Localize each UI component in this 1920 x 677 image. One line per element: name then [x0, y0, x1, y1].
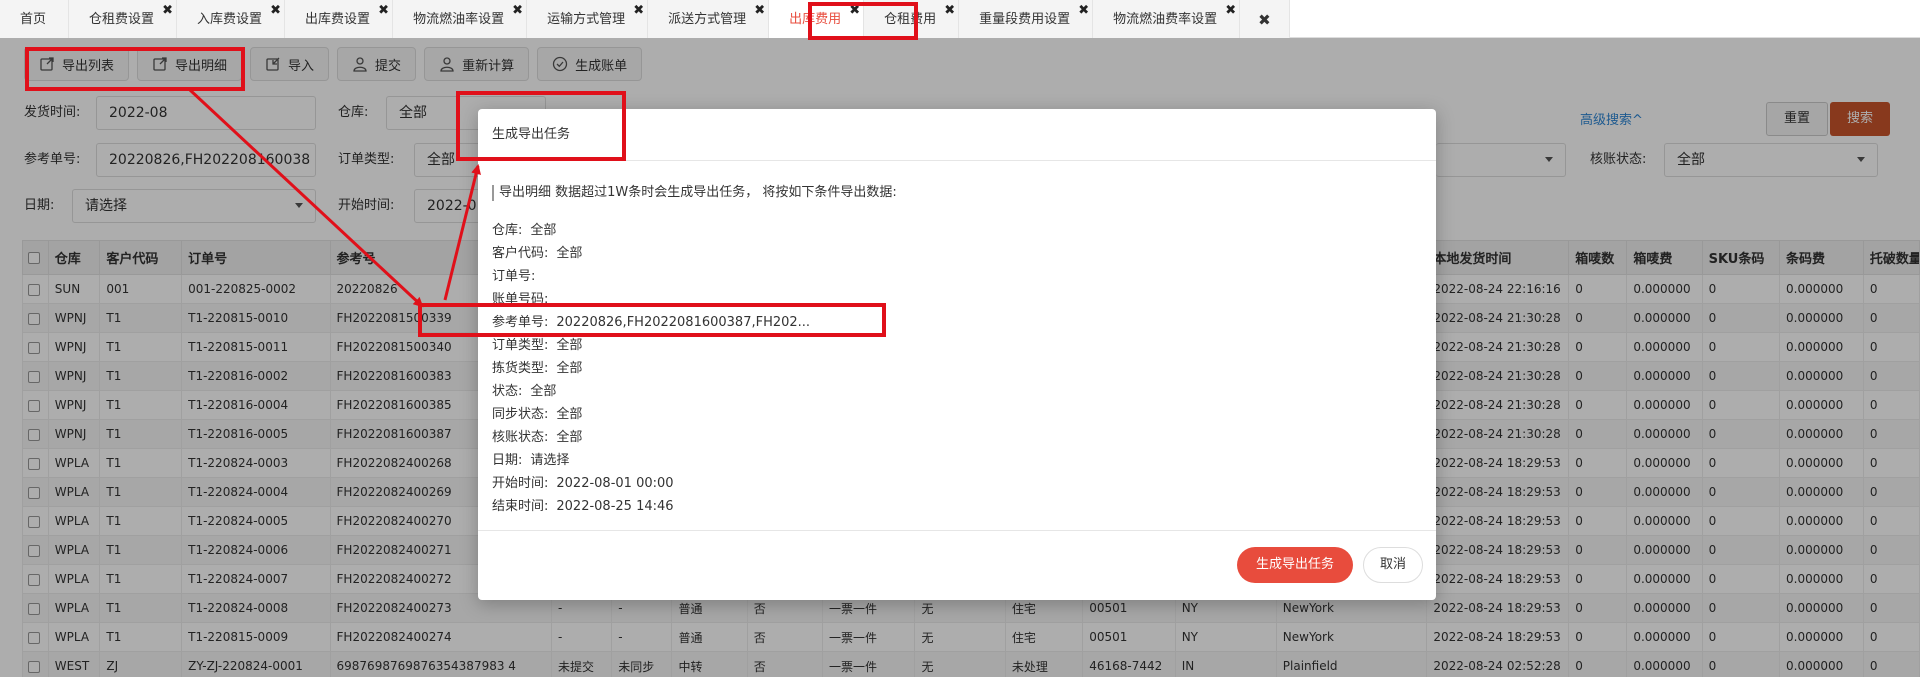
condition-line: 仓库: 全部 — [492, 219, 1422, 242]
condition-line: 结束时间: 2022-08-25 14:46 — [492, 495, 1422, 518]
tab-9[interactable]: 重量段费用设置 ✖ — [959, 0, 1094, 38]
condition-value: 2022-08-01 00:00 — [556, 476, 674, 491]
close-icon[interactable]: ✖ — [1078, 4, 1089, 17]
condition-line: 拣货类型: 全部 — [492, 357, 1422, 380]
dialog-body: 导出明细 数据超过1W条时会生成导出任务， 将按如下条件导出数据: 仓库: 全部客… — [478, 161, 1436, 518]
close-icon[interactable]: ✖ — [633, 4, 644, 17]
cancel-button[interactable]: 取消 — [1363, 547, 1423, 583]
condition-line: 同步状态: 全部 — [492, 403, 1422, 426]
condition-line: 状态: 全部 — [492, 380, 1422, 403]
close-all-tabs-icon[interactable]: ✖ — [1240, 0, 1290, 38]
close-icon[interactable]: ✖ — [162, 4, 173, 17]
export-task-dialog: 生成导出任务 导出明细 数据超过1W条时会生成导出任务， 将按如下条件导出数据:… — [478, 109, 1436, 600]
tab-label: 入库费设置 — [197, 12, 263, 27]
condition-key: 结束时间: — [492, 499, 549, 514]
condition-value: 2022-08-25 14:46 — [556, 499, 674, 514]
condition-line: 日期: 请选择 — [492, 449, 1422, 472]
tab-label: 物流燃油费率设置 — [1113, 12, 1218, 27]
condition-key: 开始时间: — [492, 476, 549, 491]
condition-value: 请选择 — [530, 453, 570, 468]
close-icon[interactable]: ✖ — [1225, 4, 1236, 17]
tab-label: 派送方式管理 — [668, 12, 747, 27]
highlight-box-export — [25, 47, 245, 91]
highlight-box-ref — [418, 303, 886, 337]
condition-value: 全部 — [530, 223, 557, 238]
tab-label: 出库费设置 — [305, 12, 371, 27]
condition-value: 全部 — [556, 361, 583, 376]
tab-2[interactable]: 入库费设置 ✖ — [177, 0, 286, 38]
tab-label: 仓租费设置 — [89, 12, 155, 27]
tab-4[interactable]: 物流燃油率设置 ✖ — [393, 0, 528, 38]
close-icon[interactable]: ✖ — [754, 4, 765, 17]
condition-key: 日期: — [492, 453, 523, 468]
close-icon[interactable]: ✖ — [512, 4, 523, 17]
condition-key: 仓库: — [492, 223, 523, 238]
close-icon[interactable]: ✖ — [270, 4, 281, 17]
tab-bar: 首页 仓租费设置 ✖ 入库费设置 ✖ 出库费设置 ✖ 物流燃油率设置 ✖ 运输方式管理 ✖ 派送方式管… — [0, 0, 1920, 38]
condition-key: 同步状态: — [492, 407, 549, 422]
tab-label: 运输方式管理 — [547, 12, 626, 27]
condition-line: 订单号: — [492, 265, 1422, 288]
tab-1[interactable]: 仓租费设置 ✖ — [69, 0, 178, 38]
condition-key: 客户代码: — [492, 246, 549, 261]
condition-key: 订单类型: — [492, 338, 549, 353]
tab-6[interactable]: 派送方式管理 ✖ — [648, 0, 770, 38]
condition-value: 全部 — [556, 246, 583, 261]
condition-value: 全部 — [530, 384, 557, 399]
tab-10[interactable]: 物流燃油费率设置 ✖ — [1093, 0, 1241, 38]
highlight-box-title — [456, 91, 626, 161]
condition-list: 仓库: 全部 客户代码: 全部 订单号: 账单号码: 参考单号: 20220826,FH202… — [492, 219, 1422, 518]
condition-line: 订单类型: 全部 — [492, 334, 1422, 357]
dialog-notice: 导出明细 数据超过1W条时会生成导出任务， 将按如下条件导出数据: — [492, 181, 1422, 205]
notice-text: 导出明细 数据超过1W条时会生成导出任务， 将按如下条件导出数据: — [499, 185, 897, 200]
tab-label: 物流燃油率设置 — [413, 12, 505, 27]
condition-key: 核账状态: — [492, 430, 549, 445]
tab-0[interactable]: 首页 — [0, 0, 70, 38]
condition-key: 拣货类型: — [492, 361, 549, 376]
close-icon[interactable]: ✖ — [378, 4, 389, 17]
tab-3[interactable]: 出库费设置 ✖ — [285, 0, 394, 38]
notice-bar-icon — [492, 185, 494, 201]
tab-label: 重量段费用设置 — [979, 12, 1071, 27]
highlight-box-tab — [808, 2, 918, 40]
condition-line: 开始时间: 2022-08-01 00:00 — [492, 472, 1422, 495]
condition-value: 全部 — [556, 407, 583, 422]
generate-export-task-button[interactable]: 生成导出任务 — [1237, 547, 1353, 583]
tab-label: 首页 — [20, 12, 47, 27]
close-icon[interactable]: ✖ — [944, 4, 955, 17]
condition-key: 状态: — [492, 384, 523, 399]
condition-value: 全部 — [556, 430, 583, 445]
tab-5[interactable]: 运输方式管理 ✖ — [527, 0, 649, 38]
condition-key: 订单号: — [492, 269, 536, 284]
condition-line: 核账状态: 全部 — [492, 426, 1422, 449]
condition-value: 全部 — [556, 338, 583, 353]
dialog-footer: 生成导出任务 取消 — [478, 530, 1436, 600]
condition-line: 客户代码: 全部 — [492, 242, 1422, 265]
